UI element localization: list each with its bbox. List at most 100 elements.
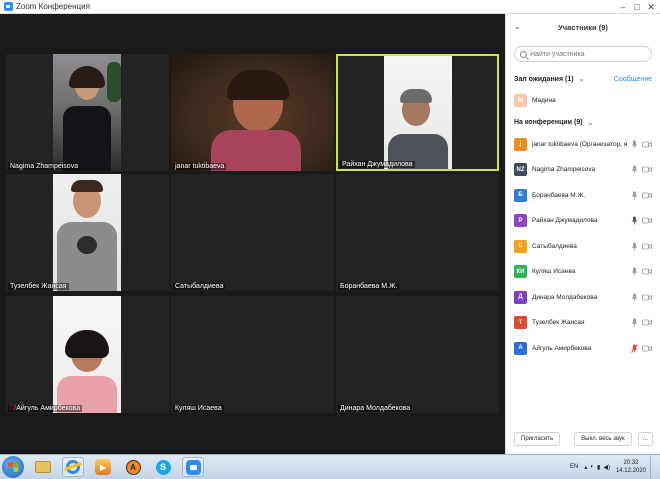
file-explorer-icon[interactable] (32, 457, 54, 477)
tile-name: Nagima Zhampeisova (8, 163, 81, 170)
participant-name: Райхан Джумадилова (532, 217, 598, 225)
participant-name: Боранбаева М.Ж. (532, 191, 586, 199)
message-button[interactable]: Сообщение (614, 76, 652, 83)
video-tile[interactable]: janar tuktibaeva (171, 54, 334, 171)
mic-icon[interactable] (630, 318, 639, 327)
show-desktop-button[interactable] (650, 455, 656, 479)
mic-icon[interactable] (630, 165, 639, 174)
clock[interactable]: 20:32 14.12.2020 (616, 459, 646, 475)
participant-row[interactable]: Б Боранбаева М.Ж. (506, 183, 660, 209)
video-tile[interactable]: Тузелбек Жансая (6, 174, 169, 291)
video-tile[interactable]: Куляш Исаева (171, 296, 334, 413)
zoom-taskbar-icon[interactable] (182, 457, 204, 477)
participant-video (53, 174, 121, 291)
participant-row[interactable]: А Айгуль Амирбекова (506, 336, 660, 362)
participants-header: ⌄ Участники (9) (506, 14, 660, 40)
participant-name: Динара Молдабекова (532, 293, 598, 301)
title-bar: Zoom Конференция – □ ✕ (0, 0, 660, 14)
close-button[interactable]: ✕ (644, 1, 658, 13)
skype-icon[interactable]: S (152, 457, 174, 477)
clock-date: 14.12.2020 (615, 468, 646, 474)
tile-name: Тузелбек Жансая (8, 283, 69, 290)
windows-logo-icon (8, 461, 18, 473)
participant-video (53, 296, 121, 413)
avatar: С (514, 239, 527, 253)
avatar: Б (514, 188, 527, 202)
video-tile[interactable]: Динара Молдабекова (336, 296, 499, 413)
participant-row[interactable]: j janar tuktibaeva (Организатор, я) (506, 132, 660, 158)
tile-name: Сатыбалдиева (173, 283, 226, 290)
participant-video (53, 54, 121, 171)
tile-name: Боранбаева М.Ж. (338, 283, 400, 290)
mic-icon[interactable] (630, 191, 639, 200)
volume-icon[interactable]: ◀) (603, 464, 610, 471)
battery-icon[interactable]: ▮ (597, 464, 600, 471)
video-tile[interactable]: Nagima Zhampeisova (6, 54, 169, 171)
tile-name: Райхан Джумадилова (340, 161, 415, 168)
waiting-room-label: Зал ожидания (1) (514, 75, 574, 83)
mic-muted-icon[interactable] (630, 343, 639, 353)
participant-row[interactable]: С Сатыбалдиева (506, 234, 660, 260)
camera-icon[interactable] (642, 294, 652, 301)
video-tile[interactable]: 🎙̸Айгуль Амирбекова (6, 296, 169, 413)
avatar: М (514, 94, 527, 108)
mic-icon[interactable] (630, 140, 639, 149)
participant-row[interactable]: NZ Nagima Zhampeisova (506, 157, 660, 183)
camera-icon[interactable] (642, 243, 652, 250)
participant-name: Куляш Исаева (532, 268, 576, 276)
language-indicator[interactable]: EN (570, 464, 578, 470)
media-player-icon[interactable]: ▶ (92, 457, 114, 477)
camera-icon[interactable] (642, 345, 652, 352)
mic-icon[interactable] (630, 242, 639, 251)
camera-icon[interactable] (642, 217, 652, 224)
camera-icon[interactable] (642, 166, 652, 173)
camera-icon[interactable] (642, 319, 652, 326)
mic-icon[interactable] (630, 267, 639, 276)
search-icon (520, 50, 527, 58)
camera-icon[interactable] (642, 141, 652, 148)
avast-icon[interactable]: A (122, 457, 144, 477)
system-tray: EN ▴ ◐ ▮ ◀) 20:32 14.12.2020 (570, 455, 660, 479)
mic-muted-icon: 🎙̸ (10, 405, 16, 412)
participant-name: Айгуль Амирбекова (532, 344, 592, 352)
mic-icon[interactable] (630, 293, 639, 302)
camera-icon[interactable] (642, 268, 652, 275)
video-tile[interactable]: Боранбаева М.Ж. (336, 174, 499, 291)
more-button[interactable]: ... (637, 432, 653, 446)
tile-name: Куляш Исаева (173, 405, 224, 412)
participants-footer: Пригласить Выкл. весь звук ... (506, 424, 660, 454)
maximize-button[interactable]: □ (630, 1, 644, 13)
camera-icon[interactable] (642, 192, 652, 199)
video-tile-active-speaker[interactable]: Райхан Джумадилова (336, 54, 499, 171)
waiting-participant[interactable]: М Мадина (506, 88, 660, 114)
participant-video (171, 54, 334, 171)
flag-icon[interactable]: ▴ (584, 464, 587, 471)
minimize-button[interactable]: – (616, 1, 630, 13)
waiting-room-section[interactable]: Зал ожидания (1) ⌄ Сообщение (506, 70, 660, 88)
start-button[interactable] (2, 456, 24, 478)
network-icon[interactable]: ◐ (590, 464, 594, 470)
clock-time: 20:32 (623, 460, 639, 466)
participant-row[interactable]: КИ Куляш Исаева (506, 259, 660, 285)
participants-title: Участники (9) (558, 22, 608, 32)
search-box[interactable] (514, 46, 652, 62)
tile-name: 🎙̸Айгуль Амирбекова (8, 405, 83, 412)
mic-icon[interactable] (630, 216, 639, 225)
chevron-down-icon: ⌄ (587, 119, 594, 127)
participant-name: Nagima Zhampeisova (532, 166, 596, 174)
mute-all-button[interactable]: Выкл. весь звук (574, 432, 632, 446)
in-meeting-section[interactable]: На конференции (9) ⌄ (506, 114, 660, 132)
search-input[interactable] (530, 50, 650, 58)
avatar: А (514, 341, 527, 355)
participant-row[interactable]: Р Райхан Джумадилова (506, 208, 660, 234)
avatar: Д (514, 290, 527, 304)
participant-name: Тузелбек Жансая (532, 319, 585, 327)
participant-row[interactable]: Т Тузелбек Жансая (506, 310, 660, 336)
avatar: j (514, 137, 527, 151)
participant-row[interactable]: Д Динара Молдабекова (506, 285, 660, 311)
collapse-chevron-icon[interactable]: ⌄ (514, 22, 521, 31)
video-tile[interactable]: Сатыбалдиева (171, 174, 334, 291)
internet-explorer-icon[interactable] (62, 457, 84, 477)
invite-button[interactable]: Пригласить (514, 432, 561, 446)
tile-name: Динара Молдабекова (338, 405, 413, 412)
